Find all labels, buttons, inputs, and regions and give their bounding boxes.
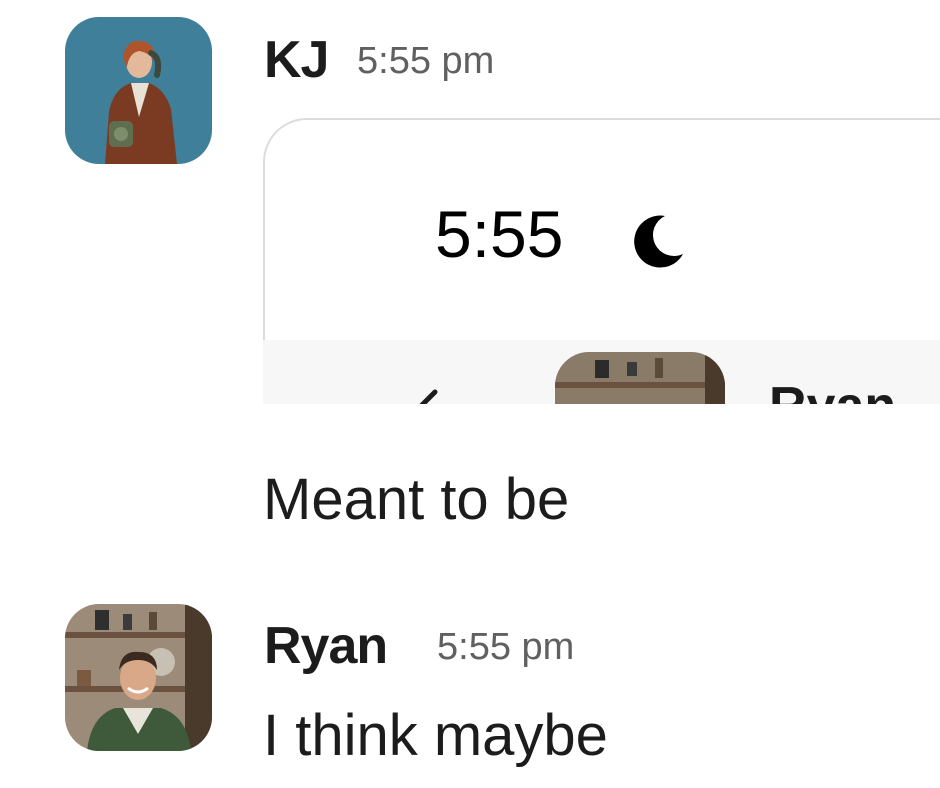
avatar-ryan-image [65,604,212,751]
avatar-kj-image [65,17,212,164]
inner-author-name: Ryan [769,376,896,404]
message-kj: KJ 5:55 pm 5:55 Ryan Meant to be [0,0,940,560]
status-bar-clock: 5:55 [435,197,564,271]
message-timestamp[interactable]: 5:55 pm [437,626,574,669]
message-text: Meant to be [263,467,570,532]
avatar-kj[interactable] [65,17,212,164]
moon-icon [634,215,683,268]
message-timestamp[interactable]: 5:55 pm [357,40,494,83]
author-name[interactable]: KJ [264,30,329,90]
chevron-left-icon [419,389,438,404]
message-text: I think maybe [263,703,608,768]
author-name[interactable]: Ryan [264,616,388,676]
message-ryan: Ryan 5:55 pm I think maybe [0,560,940,788]
avatar-ryan[interactable] [65,604,212,751]
inner-avatar-image [555,352,725,404]
inner-avatar-ryan [555,352,725,404]
image-attachment[interactable]: 5:55 Ryan [263,118,940,404]
